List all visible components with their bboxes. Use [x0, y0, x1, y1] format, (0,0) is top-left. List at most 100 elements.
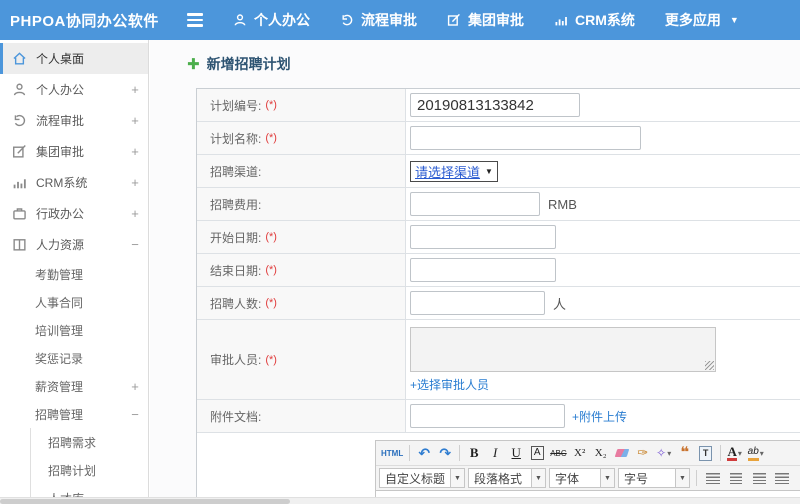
expand-plus-icon[interactable]: +	[122, 82, 148, 97]
form-row-attachment: 附件文档: +附件上传	[197, 400, 800, 433]
expand-plus-icon[interactable]: +	[122, 379, 148, 394]
nav-more-apps[interactable]: 更多应用 ▼	[665, 10, 739, 30]
expand-plus-icon[interactable]: +	[122, 113, 148, 128]
align-justify-icon[interactable]	[772, 468, 792, 488]
sidebar-item-workflow-approval[interactable]: 流程审批 +	[0, 105, 148, 136]
sidebar-item-training[interactable]: 培训管理	[0, 316, 148, 344]
sidebar-item-salary[interactable]: 薪资管理 +	[0, 372, 148, 400]
sidebar-item-personnel-contract[interactable]: 人事合同	[0, 288, 148, 316]
highlight-color-icon[interactable]: ab ▾	[746, 443, 766, 463]
home-icon	[12, 51, 27, 66]
unit-suffix: 人	[553, 296, 567, 312]
end-date-input[interactable]	[410, 258, 556, 282]
nav-crm-system[interactable]: CRM系统	[554, 10, 635, 30]
collapse-minus-icon[interactable]: −	[122, 237, 148, 252]
separator	[696, 470, 697, 486]
sidebar-item-crm-system[interactable]: CRM系统 +	[0, 167, 148, 198]
plan-code-input[interactable]	[410, 93, 580, 117]
required-mark: (*)	[265, 353, 277, 366]
field-label: 招聘渠道:	[210, 164, 262, 179]
field-label: 附件文档:	[210, 409, 262, 424]
select-approvers-link[interactable]: +选择审批人员	[410, 376, 489, 393]
sidebar-item-group-approval[interactable]: 集团审批 +	[0, 136, 148, 167]
plan-name-input[interactable]	[410, 126, 641, 150]
sidebar-item-attendance[interactable]: 考勤管理	[0, 260, 148, 288]
rich-text-editor: HTML ↶ ↷ B I U A ABC X² X₂ ✑ ✧ ▾ ❝ T A ▾…	[375, 440, 800, 497]
sidebar-item-recruitment[interactable]: 招聘管理 −	[0, 400, 148, 428]
scrollbar-thumb[interactable]	[0, 499, 290, 504]
sidebar-item-personal-office[interactable]: 个人办公 +	[0, 74, 148, 105]
recruitment-submenu: 招聘需求 招聘计划 人才库	[30, 428, 148, 497]
underline-icon[interactable]: U	[506, 443, 526, 463]
align-right-icon[interactable]	[749, 468, 769, 488]
flow-arrow-icon	[340, 13, 354, 27]
required-mark: (*)	[265, 231, 277, 243]
sidebar-item-reward-punishment[interactable]: 奖惩记录	[0, 344, 148, 372]
italic-icon[interactable]: I	[485, 443, 505, 463]
font-size-select[interactable]: 字号 ▼	[618, 468, 690, 488]
chevron-down-icon: ▾	[667, 448, 672, 458]
form-row-editor: HTML ↶ ↷ B I U A ABC X² X₂ ✑ ✧ ▾ ❝ T A ▾…	[197, 433, 800, 497]
custom-heading-select[interactable]: 自定义标题 ▼	[379, 468, 465, 488]
expand-plus-icon[interactable]: +	[122, 144, 148, 159]
undo-icon[interactable]: ↶	[414, 443, 434, 463]
subscript-icon[interactable]: X₂	[591, 443, 611, 463]
fee-input[interactable]	[410, 192, 540, 216]
redo-icon[interactable]: ↷	[435, 443, 455, 463]
sidebar-item-admin-office[interactable]: 行政办公 +	[0, 198, 148, 229]
expand-plus-icon[interactable]: +	[122, 175, 148, 190]
expand-plus-icon[interactable]: +	[122, 206, 148, 221]
nav-label: 集团审批	[468, 12, 524, 28]
hamburger-menu-icon[interactable]	[187, 13, 207, 27]
strikethrough-icon[interactable]: ABC	[548, 443, 568, 463]
page-title-text: 新增招聘计划	[206, 56, 291, 72]
char-border-icon[interactable]: A	[530, 446, 544, 460]
sidebar-item-recruit-plan[interactable]: 招聘计划	[31, 456, 148, 484]
bold-icon[interactable]: B	[464, 443, 484, 463]
start-date-input[interactable]	[410, 225, 556, 249]
select-arrow-icon: ▼	[450, 469, 464, 487]
approvers-textarea[interactable]	[410, 327, 716, 372]
insert-link-icon[interactable]: ∞	[795, 468, 800, 488]
select-arrow-icon: ▼	[485, 166, 493, 176]
bar-chart-icon	[12, 175, 27, 190]
field-label: 计划编号:	[210, 98, 262, 113]
sidebar-item-human-resources[interactable]: 人力资源 −	[0, 229, 148, 260]
person-icon	[12, 82, 27, 97]
nav-label: 流程审批	[361, 12, 417, 28]
font-color-icon[interactable]: A ▾	[725, 443, 745, 463]
channel-select[interactable]: 请选择渠道 ▼	[410, 160, 498, 182]
separator	[409, 445, 411, 461]
blockquote-icon[interactable]: ❝	[675, 443, 695, 463]
font-family-select[interactable]: 字体 ▼	[549, 468, 615, 488]
remove-format-icon[interactable]	[612, 443, 632, 463]
headcount-input[interactable]	[410, 291, 545, 315]
app-logo[interactable]: PHPOA协同办公软件	[0, 10, 175, 31]
field-label: 招聘人数:	[210, 296, 262, 311]
field-label: 开始日期:	[210, 230, 262, 245]
align-left-icon[interactable]	[703, 468, 723, 488]
sidebar-item-personal-desktop[interactable]: 个人桌面	[0, 43, 148, 74]
nav-workflow-approval[interactable]: 流程审批	[340, 10, 417, 30]
collapse-minus-icon[interactable]: −	[122, 407, 148, 422]
field-label: 审批人员:	[210, 353, 262, 367]
field-label: 计划名称:	[210, 131, 262, 146]
nav-group-approval[interactable]: 集团审批	[447, 10, 524, 30]
paragraph-format-select[interactable]: 段落格式 ▼	[468, 468, 546, 488]
sidebar-item-talent-pool[interactable]: 人才库	[31, 484, 148, 498]
format-brush-icon[interactable]: ✑	[633, 443, 653, 463]
page-title: ✚ 新增招聘计划	[150, 40, 800, 88]
align-center-icon[interactable]	[726, 468, 746, 488]
nav-personal-office[interactable]: 个人办公	[233, 10, 310, 30]
horizontal-scrollbar[interactable]	[0, 497, 800, 504]
paste-plain-icon[interactable]: T	[696, 443, 716, 463]
edit-icon	[447, 13, 461, 27]
briefcase-icon	[12, 206, 27, 221]
html-source-button[interactable]: HTML	[379, 443, 405, 463]
form-row-channel: 招聘渠道: 请选择渠道 ▼	[197, 155, 800, 188]
attachment-input[interactable]	[410, 404, 565, 428]
superscript-icon[interactable]: X²	[570, 443, 590, 463]
auto-typeset-icon[interactable]: ✧ ▾	[654, 443, 674, 463]
upload-attachment-link[interactable]: +附件上传	[572, 408, 627, 425]
sidebar-item-recruit-demand[interactable]: 招聘需求	[31, 428, 148, 456]
